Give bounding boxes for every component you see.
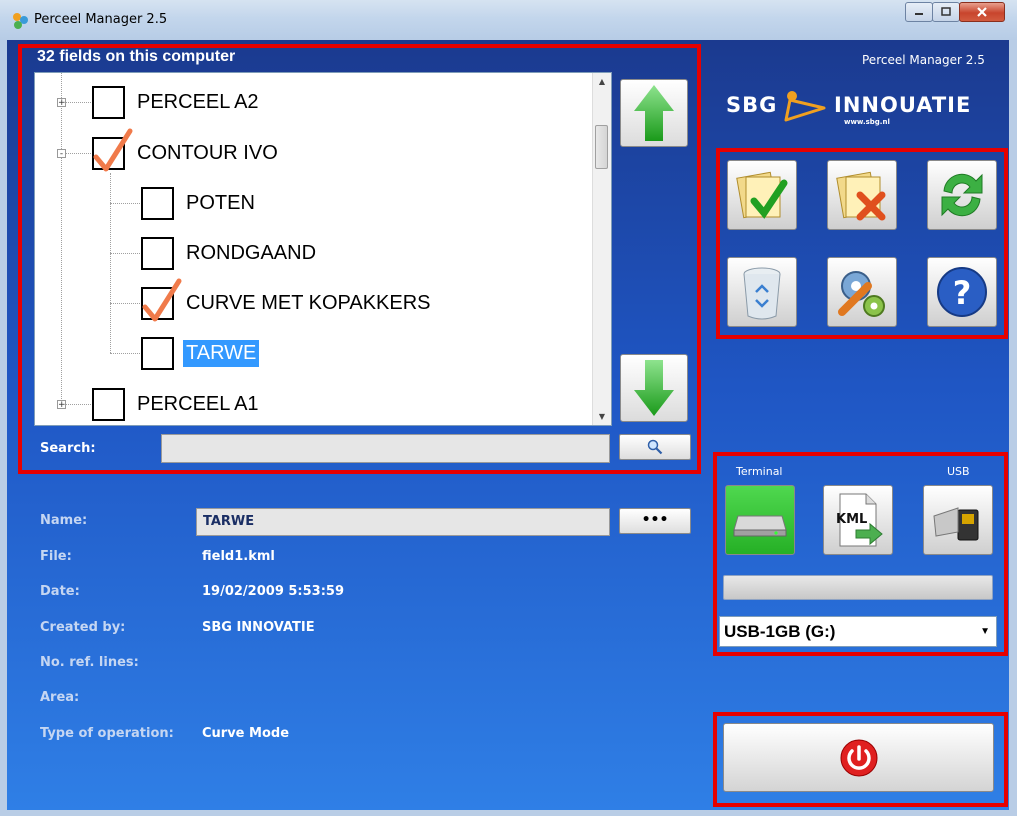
check-all-button[interactable]: [727, 160, 797, 230]
terminal-label: Terminal: [736, 465, 783, 478]
settings-tools-icon: [838, 271, 885, 317]
kml-label: KML: [836, 512, 868, 527]
refresh-icon: [941, 173, 983, 217]
tree-node[interactable]: PERCEEL A2: [92, 84, 262, 120]
drive-select-value: USB-1GB (G:): [724, 622, 836, 641]
window-title: Perceel Manager 2.5: [34, 12, 168, 27]
arrow-down-icon: [634, 360, 674, 416]
scroll-down-icon[interactable]: ▼: [593, 408, 611, 425]
created-by-value: SBG INNOVATIE: [202, 620, 315, 635]
expand-toggle[interactable]: +: [57, 98, 66, 108]
minimize-button[interactable]: [905, 2, 933, 22]
node-label: TARWE: [183, 339, 260, 367]
search-button[interactable]: [619, 434, 691, 460]
usb-label: USB: [947, 465, 970, 478]
fields-count-header: 32 fields on this computer: [37, 48, 236, 65]
search-input[interactable]: [161, 434, 610, 463]
minimize-icon: [915, 13, 923, 15]
logo-mark-icon: [784, 91, 826, 122]
expand-toggle[interactable]: +: [57, 400, 66, 410]
uncheck-documents-icon: [836, 171, 886, 221]
node-checkbox[interactable]: [92, 387, 125, 421]
usb-button[interactable]: [923, 485, 993, 555]
node-label: RONDGAAND: [186, 241, 317, 264]
field-tree[interactable]: + - + PERCEEL A2 CONTOUR IVO POTEN RONDG…: [34, 72, 612, 426]
ref-lines-label: No. ref. lines:: [40, 655, 139, 670]
sbg-logo: SBG INNOUATIE www.sbg.nl: [726, 88, 976, 128]
file-label: File:: [40, 549, 72, 564]
tree-node[interactable]: CURVE MET KOPAKKERS: [141, 278, 434, 321]
move-up-button[interactable]: [620, 79, 688, 147]
hard-drive-icon: [733, 515, 787, 537]
operation-type-value: Curve Mode: [202, 726, 290, 741]
operation-type-label: Type of operation:: [40, 726, 174, 741]
scroll-up-icon[interactable]: ▲: [593, 73, 611, 90]
checkmark-icon: [93, 128, 133, 171]
node-label: CONTOUR IVO: [137, 141, 278, 164]
node-checkbox[interactable]: [141, 186, 174, 220]
tree-node[interactable]: PERCEEL A1: [92, 386, 262, 422]
close-button[interactable]: [959, 2, 1005, 22]
kml-transfer-button[interactable]: KML: [823, 485, 893, 555]
date-value: 19/02/2009 5:53:59: [202, 584, 345, 599]
settings-button[interactable]: [827, 257, 897, 327]
drive-select[interactable]: USB-1GB (G:) ▼: [719, 616, 997, 647]
file-value: field1.kml: [202, 549, 275, 564]
tree-scrollbar[interactable]: ▲ ▼: [592, 73, 611, 425]
node-checkbox-checked[interactable]: [141, 278, 182, 321]
area-label: Area:: [40, 690, 80, 705]
created-by-label: Created by:: [40, 620, 126, 635]
tree-node[interactable]: POTEN: [141, 185, 258, 221]
move-down-button[interactable]: [620, 354, 688, 422]
node-checkbox[interactable]: [141, 236, 174, 270]
node-label: CURVE MET KOPAKKERS: [186, 291, 431, 314]
collapse-toggle[interactable]: -: [57, 149, 66, 159]
search-icon: [647, 439, 663, 455]
name-field[interactable]: TARWE: [196, 508, 610, 536]
maximize-icon: [941, 7, 951, 16]
tree-node-selected[interactable]: TARWE: [141, 335, 260, 371]
app-icon: [11, 12, 29, 30]
node-checkbox[interactable]: [92, 85, 125, 119]
arrow-up-icon: [634, 85, 674, 141]
node-checkbox-checked[interactable]: [92, 128, 133, 171]
scroll-thumb[interactable]: [595, 125, 608, 169]
node-label: PERCEEL A1: [137, 392, 259, 415]
tree-node[interactable]: RONDGAAND: [141, 235, 319, 271]
maximize-button[interactable]: [932, 2, 960, 22]
node-label: PERCEEL A2: [137, 90, 259, 113]
date-label: Date:: [40, 584, 80, 599]
recycle-bin-icon: [743, 267, 781, 320]
node-checkbox[interactable]: [141, 336, 174, 370]
refresh-button[interactable]: [927, 160, 997, 230]
checkmark-icon: [142, 278, 182, 321]
help-icon: ?: [937, 267, 987, 317]
check-documents-icon: [736, 171, 788, 219]
search-label: Search:: [40, 441, 96, 456]
usb-stick-icon: [933, 507, 979, 541]
uncheck-all-button[interactable]: [827, 160, 897, 230]
tree-node[interactable]: CONTOUR IVO: [92, 128, 281, 171]
delete-button[interactable]: [727, 257, 797, 327]
browse-button[interactable]: •••: [619, 508, 691, 534]
close-icon: [977, 7, 987, 17]
name-label: Name:: [40, 513, 88, 528]
transfer-progress-bar: [723, 575, 993, 600]
node-label: POTEN: [186, 191, 255, 214]
exit-button[interactable]: [723, 723, 994, 792]
power-icon: [840, 739, 877, 776]
help-button[interactable]: ?: [927, 257, 997, 327]
title-bar: Perceel Manager 2.5: [0, 0, 1017, 41]
terminal-button[interactable]: [725, 485, 795, 555]
svg-text:?: ?: [953, 274, 972, 312]
chevron-down-icon: ▼: [980, 626, 990, 637]
version-label: Perceel Manager 2.5: [862, 53, 985, 67]
